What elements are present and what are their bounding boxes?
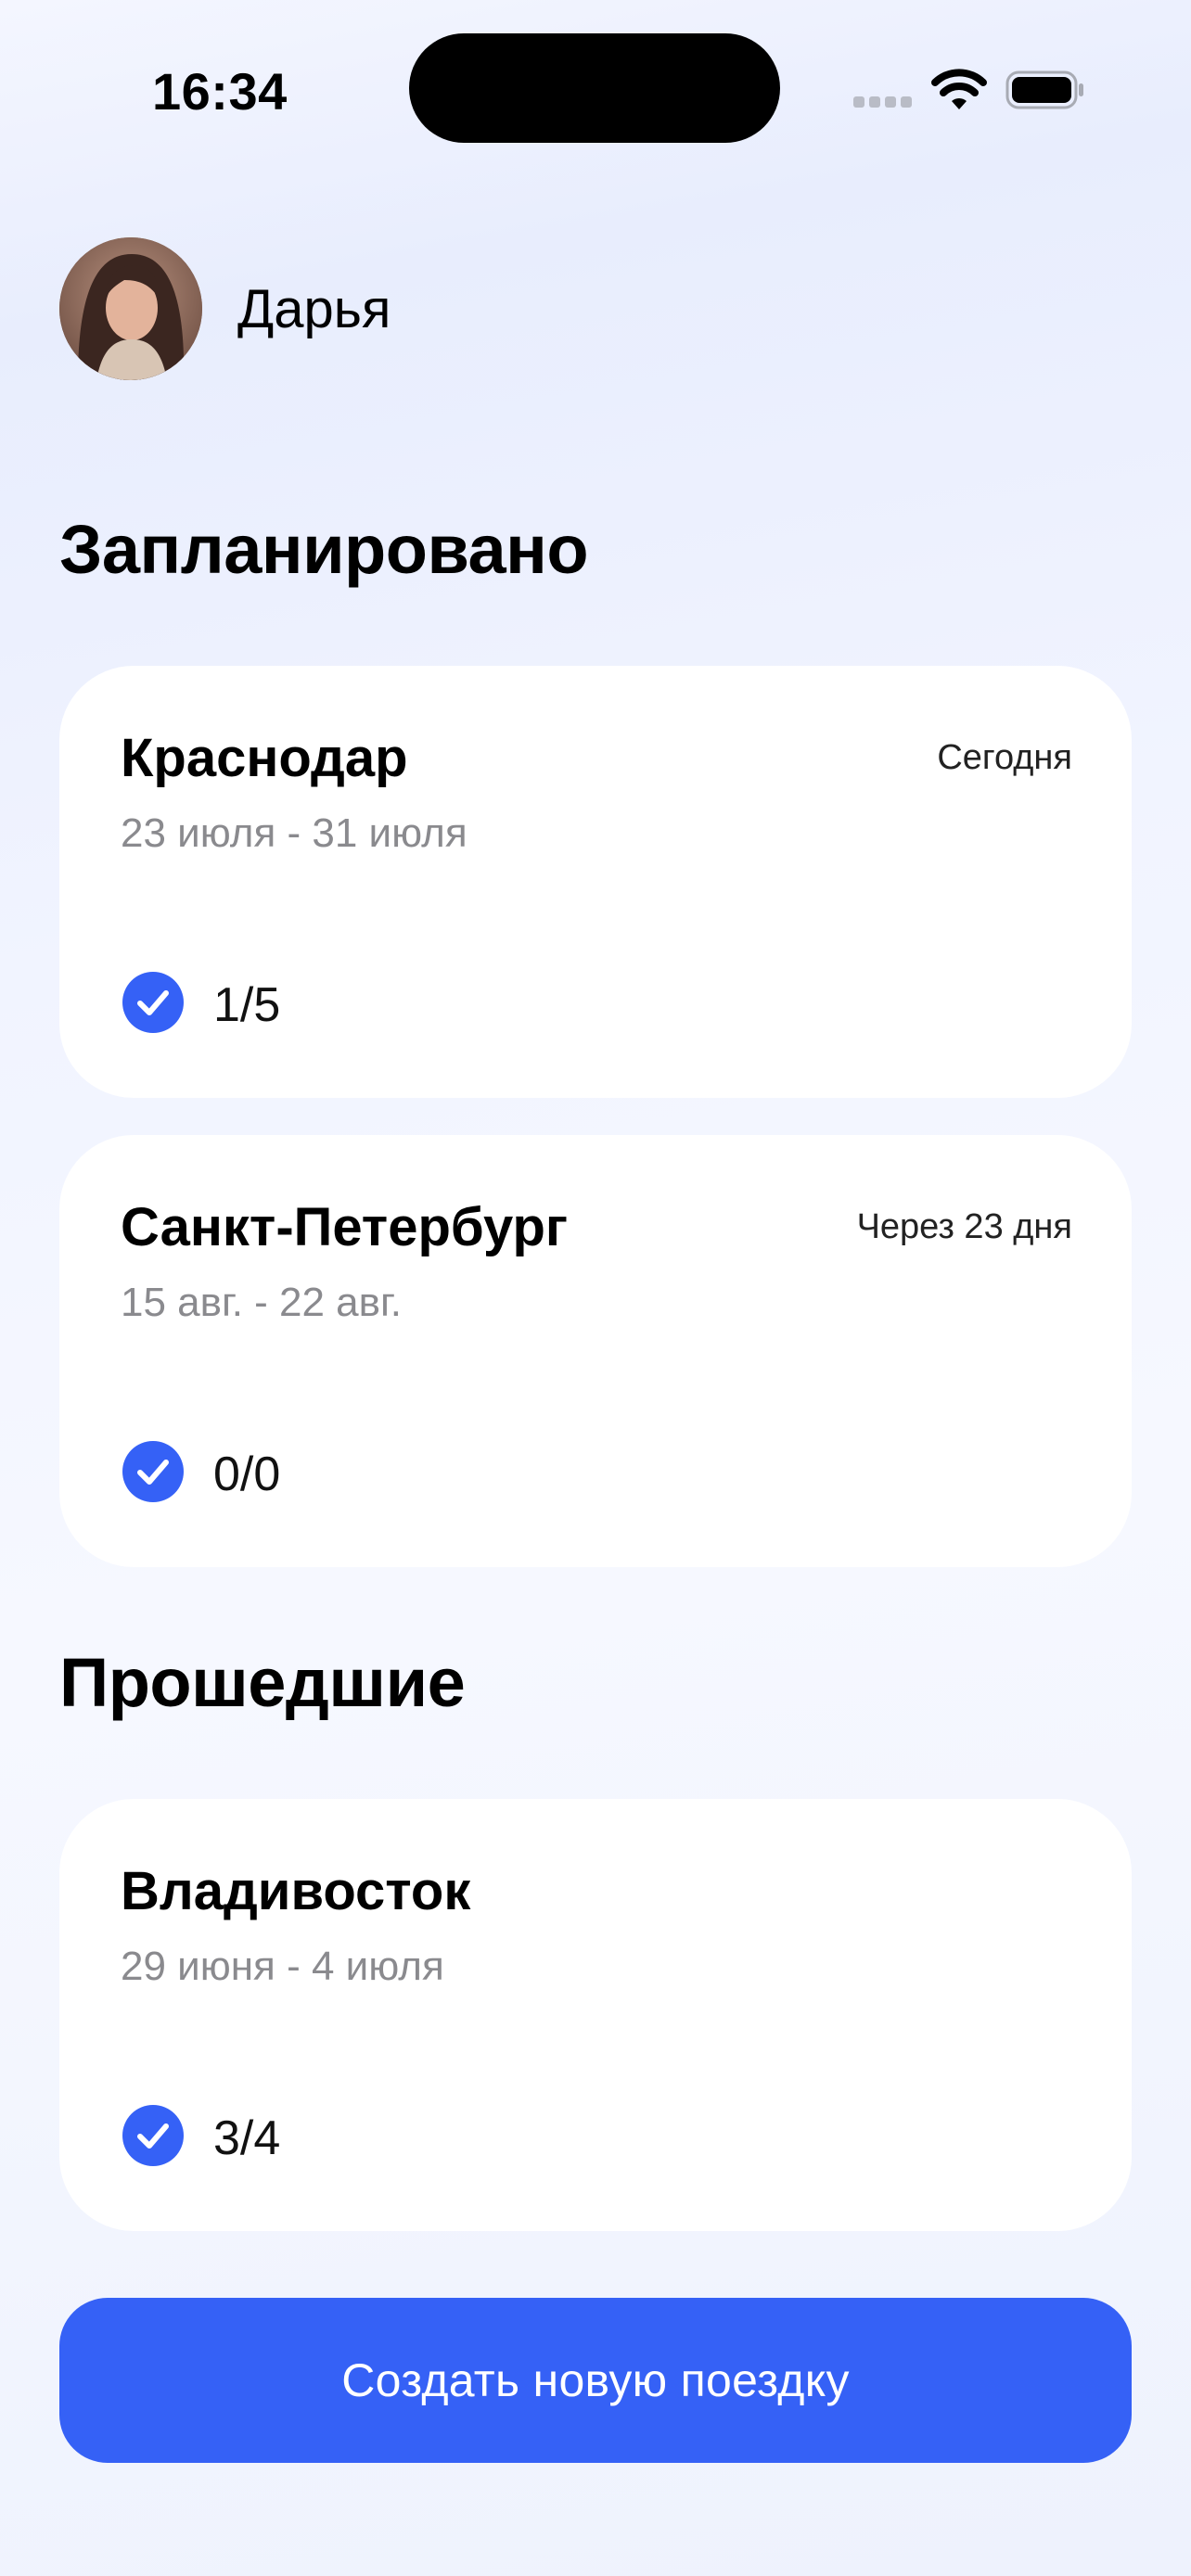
section-title-planned: Запланировано [59, 511, 589, 588]
user-name[interactable]: Дарья [237, 278, 391, 340]
checklist-progress: 0/0 [213, 1447, 281, 1501]
trip-card[interactable]: Владивосток 29 июня - 4 июля 3/4 [59, 1799, 1132, 2231]
trip-dates: 23 июля - 31 июля [121, 810, 467, 856]
checkmark-circle-icon [122, 1441, 184, 1502]
trip-countdown: Сегодня [937, 738, 1072, 777]
avatar[interactable] [59, 237, 202, 380]
wifi-icon [931, 69, 987, 109]
checkmark-circle-icon [122, 972, 184, 1033]
checklist-progress: 3/4 [213, 2111, 281, 2165]
trip-city: Краснодар [121, 728, 408, 788]
trip-city: Санкт-Петербург [121, 1197, 569, 1257]
section-title-past: Прошедшие [59, 1644, 466, 1721]
trip-dates: 29 июня - 4 июля [121, 1944, 444, 1989]
trip-card[interactable]: Краснодар Сегодня 23 июля - 31 июля 1/5 [59, 666, 1132, 1098]
cellular-signal-icon [853, 96, 913, 109]
battery-icon [1005, 70, 1083, 109]
create-trip-button[interactable]: Создать новую поездку [59, 2298, 1132, 2463]
trip-dates: 15 авг. - 22 авг. [121, 1280, 402, 1325]
trip-countdown: Через 23 дня [856, 1207, 1072, 1246]
checkmark-circle-icon [122, 2105, 184, 2166]
trip-city: Владивосток [121, 1861, 471, 1921]
dynamic-island [409, 33, 780, 143]
trip-card[interactable]: Санкт-Петербург Через 23 дня 15 авг. - 2… [59, 1135, 1132, 1567]
status-time: 16:34 [152, 62, 288, 121]
checklist-progress: 1/5 [213, 978, 281, 1032]
avatar-photo [59, 237, 202, 380]
status-bar: 16:34 [0, 0, 1191, 185]
